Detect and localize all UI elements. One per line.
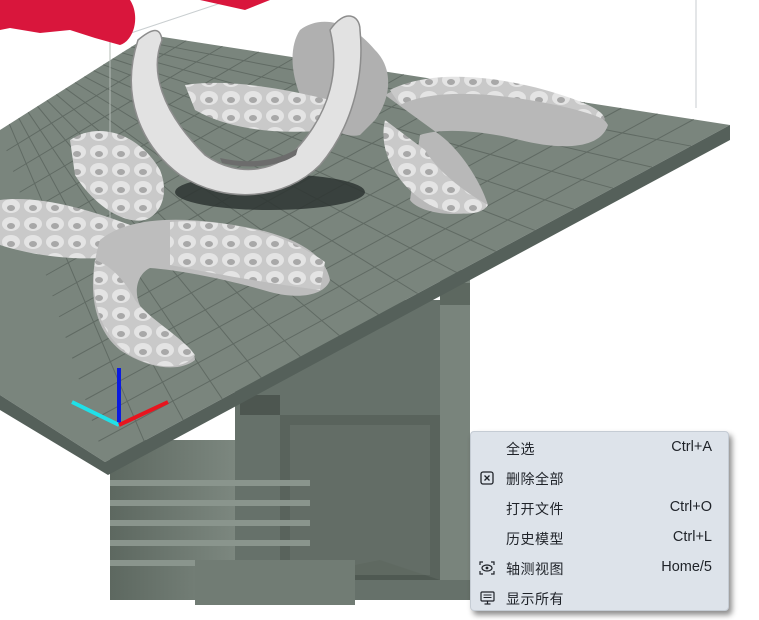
context-menu: 全选 Ctrl+A 删除全部 打开文件 Ctrl+O 历史模型 Ctrl+L 轴… xyxy=(470,431,729,611)
menu-item-label: 删除全部 xyxy=(506,472,564,488)
eye-view-icon xyxy=(479,560,495,576)
menu-item-open-file[interactable]: 打开文件 Ctrl+O xyxy=(471,493,728,523)
menu-item-label: 打开文件 xyxy=(506,502,564,518)
menu-item-show-all[interactable]: 显示所有 xyxy=(471,583,728,613)
menu-item-shortcut: Ctrl+L xyxy=(672,529,712,545)
menu-item-delete-all[interactable]: 删除全部 xyxy=(471,463,728,493)
menu-item-label: 历史模型 xyxy=(506,532,564,548)
monitor-icon xyxy=(479,590,495,606)
delete-box-icon xyxy=(479,470,495,486)
menu-item-label: 显示所有 xyxy=(506,592,564,608)
menu-item-label: 全选 xyxy=(506,442,535,458)
3d-viewport[interactable]: 全选 Ctrl+A 删除全部 打开文件 Ctrl+O 历史模型 Ctrl+L 轴… xyxy=(0,0,759,620)
menu-item-label: 轴测视图 xyxy=(506,562,564,578)
red-supports xyxy=(0,0,270,45)
menu-item-shortcut: Ctrl+A xyxy=(671,439,712,455)
menu-item-history-models[interactable]: 历史模型 Ctrl+L xyxy=(471,523,728,553)
menu-item-select-all[interactable]: 全选 Ctrl+A xyxy=(471,433,728,463)
menu-item-shortcut: Ctrl+O xyxy=(669,499,712,515)
menu-item-shortcut: Home/5 xyxy=(661,559,712,575)
menu-item-isometric-view[interactable]: 轴测视图 Home/5 xyxy=(471,553,728,583)
